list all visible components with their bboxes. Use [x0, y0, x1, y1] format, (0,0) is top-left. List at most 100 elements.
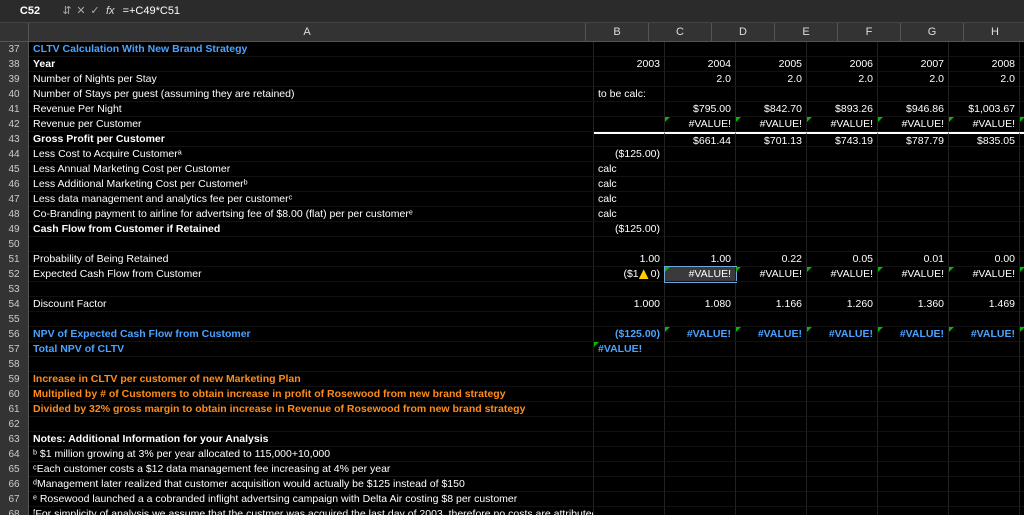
row-header[interactable]: 63 — [0, 432, 29, 447]
column-header-H[interactable]: H — [964, 23, 1024, 41]
cell[interactable]: #VALUE! — [949, 267, 1020, 282]
cell[interactable] — [736, 357, 807, 372]
cell[interactable] — [736, 312, 807, 327]
cell[interactable] — [736, 402, 807, 417]
cell[interactable]: #VALUE! — [878, 117, 949, 132]
row-header[interactable]: 65 — [0, 462, 29, 477]
cell[interactable]: ($10) — [594, 267, 665, 282]
cell[interactable] — [594, 492, 665, 507]
cell[interactable] — [878, 177, 949, 192]
cell[interactable] — [594, 357, 665, 372]
cell[interactable] — [29, 237, 594, 252]
cell[interactable] — [1020, 402, 1024, 417]
cell[interactable]: ᵉ Rosewood launched a a cobranded inflig… — [29, 492, 594, 507]
cell[interactable] — [736, 492, 807, 507]
cell[interactable] — [878, 462, 949, 477]
cell[interactable] — [878, 507, 949, 515]
cell[interactable]: $893.26 — [807, 102, 878, 117]
cell[interactable]: calc — [594, 192, 665, 207]
cell[interactable] — [594, 417, 665, 432]
cell[interactable]: 1.00 — [594, 252, 665, 267]
cell[interactable] — [594, 132, 665, 147]
cell[interactable] — [807, 207, 878, 222]
cell[interactable]: Revenue per Customer — [29, 117, 594, 132]
cell[interactable]: Probability of Being Retained — [29, 252, 594, 267]
cell[interactable]: #VALUE! — [736, 267, 807, 282]
cell[interactable] — [1020, 222, 1024, 237]
cell[interactable]: $795.00 — [665, 102, 736, 117]
cell[interactable]: Expected Cash Flow from Customer — [29, 267, 594, 282]
row-header[interactable]: 61 — [0, 402, 29, 417]
cell[interactable]: 2.0 — [736, 72, 807, 87]
cell[interactable]: #VALUE! — [665, 117, 736, 132]
cell[interactable] — [665, 402, 736, 417]
cell[interactable] — [878, 402, 949, 417]
cell[interactable] — [807, 162, 878, 177]
cell[interactable] — [949, 387, 1020, 402]
cell[interactable]: ($125.00) — [594, 147, 665, 162]
cell[interactable] — [1020, 147, 1024, 162]
cell[interactable] — [949, 42, 1020, 57]
cell[interactable] — [949, 162, 1020, 177]
cell[interactable]: ᶠFor simplicity of analysis we assume th… — [29, 507, 594, 515]
cell[interactable] — [807, 147, 878, 162]
cell[interactable]: 2008 — [949, 57, 1020, 72]
cancel-icon[interactable]: ✕ — [74, 0, 88, 22]
cell[interactable] — [665, 432, 736, 447]
cell[interactable] — [949, 342, 1020, 357]
cell[interactable] — [807, 372, 878, 387]
cell[interactable] — [949, 87, 1020, 102]
cell[interactable]: Divided by 32% gross margin to obtain in… — [29, 402, 594, 417]
cell[interactable] — [949, 372, 1020, 387]
cell[interactable]: Less Annual Marketing Cost per Customer — [29, 162, 594, 177]
cell[interactable] — [807, 192, 878, 207]
stepper-icon[interactable]: ⇵ — [60, 0, 74, 22]
cell[interactable]: 1.260 — [807, 297, 878, 312]
cell[interactable] — [594, 387, 665, 402]
cell[interactable] — [594, 117, 665, 132]
cell[interactable] — [665, 357, 736, 372]
cell[interactable]: ($125.00) — [594, 327, 665, 342]
cell[interactable] — [878, 207, 949, 222]
cell[interactable] — [736, 447, 807, 462]
cell[interactable] — [594, 432, 665, 447]
cell[interactable]: Total NPV of CLTV — [29, 342, 594, 357]
row-header[interactable]: 64 — [0, 447, 29, 462]
cell[interactable] — [594, 282, 665, 297]
cell[interactable]: 2004 — [665, 57, 736, 72]
row-header[interactable]: 67 — [0, 492, 29, 507]
accept-icon[interactable]: ✓ — [88, 0, 102, 22]
cell[interactable]: to be calc: — [594, 87, 665, 102]
cell[interactable] — [878, 237, 949, 252]
cell[interactable] — [665, 417, 736, 432]
cell[interactable] — [594, 477, 665, 492]
cell[interactable]: $835.05 — [949, 132, 1020, 147]
cell[interactable] — [1020, 507, 1024, 515]
cell[interactable]: #VALUE! — [594, 342, 665, 357]
row-header[interactable]: 58 — [0, 357, 29, 372]
cell[interactable] — [1020, 207, 1024, 222]
cell[interactable]: 0.05 — [807, 252, 878, 267]
cell[interactable] — [807, 222, 878, 237]
cell[interactable]: Less Cost to Acquire Customerᵃ — [29, 147, 594, 162]
formula-input[interactable]: =+C49*C51 — [119, 5, 1024, 17]
cell[interactable]: 1.000 — [594, 297, 665, 312]
row-header[interactable]: 42 — [0, 117, 29, 132]
cell[interactable] — [736, 372, 807, 387]
cell[interactable] — [665, 192, 736, 207]
cell[interactable] — [807, 387, 878, 402]
column-header-E[interactable]: E — [775, 23, 838, 41]
cell[interactable] — [1020, 492, 1024, 507]
cell[interactable] — [736, 177, 807, 192]
column-header-D[interactable]: D — [712, 23, 775, 41]
cell[interactable] — [1020, 432, 1024, 447]
cell[interactable] — [878, 432, 949, 447]
cell[interactable] — [1020, 357, 1024, 372]
cell[interactable]: #VALUE! — [807, 117, 878, 132]
cell[interactable] — [1020, 237, 1024, 252]
cell[interactable]: Cash Flow from Customer if Retained — [29, 222, 594, 237]
cell[interactable] — [665, 222, 736, 237]
row-header[interactable]: 38 — [0, 57, 29, 72]
cell[interactable]: 2.0 — [878, 72, 949, 87]
cell[interactable] — [949, 417, 1020, 432]
